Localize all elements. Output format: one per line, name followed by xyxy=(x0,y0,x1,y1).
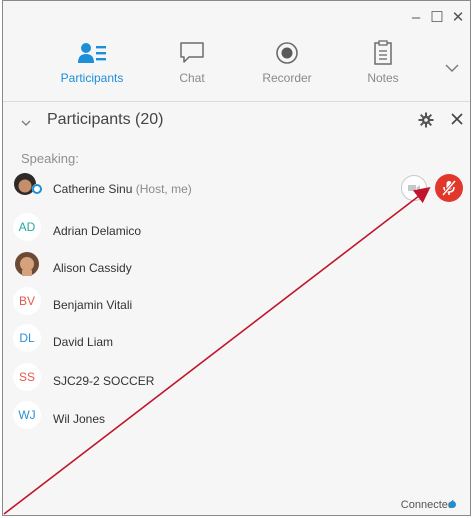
participants-window: – ☐ ✕ Participants Chat Recorder Notes P… xyxy=(2,0,471,516)
tab-recorder[interactable]: Recorder xyxy=(247,37,327,85)
muted-microphone-icon xyxy=(441,180,457,196)
notes-icon xyxy=(343,37,423,69)
participant-row-david-liam[interactable]: DL David Liam xyxy=(3,324,470,360)
title-bar: – ☐ ✕ xyxy=(3,1,470,35)
participant-row-catherine-sinu[interactable]: Catherine Sinu (Host, me) xyxy=(3,171,470,207)
connection-status: Connected xyxy=(400,499,454,511)
participant-row-alison-cassidy[interactable]: Alison Cassidy xyxy=(3,250,470,286)
close-panel-icon[interactable] xyxy=(449,111,465,132)
participant-row-benjamin-vitali[interactable]: BV Benjamin Vitali xyxy=(3,287,470,323)
participant-name: Catherine Sinu (Host, me) xyxy=(53,182,192,196)
participant-name: Benjamin Vitali xyxy=(53,298,133,312)
tab-label: Participants xyxy=(60,71,124,85)
participant-row-wil-jones[interactable]: WJ Wil Jones xyxy=(3,401,470,437)
record-icon xyxy=(247,37,327,69)
gear-icon[interactable] xyxy=(418,112,434,133)
avatar-initials: BV xyxy=(13,287,41,315)
avatar-initials: SS xyxy=(13,363,41,391)
tab-label: Notes xyxy=(367,71,399,85)
avatar xyxy=(13,250,41,278)
connection-status-dot-icon xyxy=(449,501,456,508)
panel-title: Participants (20) xyxy=(47,111,164,128)
avatar-initials: AD xyxy=(13,213,41,241)
tab-chat[interactable]: Chat xyxy=(152,37,232,85)
participant-name: Adrian Delamico xyxy=(53,224,142,238)
video-button[interactable] xyxy=(401,175,427,201)
chat-icon xyxy=(152,37,232,69)
tab-participants[interactable]: Participants xyxy=(52,37,132,85)
collapse-chevron-icon[interactable] xyxy=(20,115,32,133)
participant-row-adrian-delamico[interactable]: AD Adrian Delamico xyxy=(3,213,470,249)
tab-label: Recorder xyxy=(262,71,312,85)
close-window-button[interactable]: ✕ xyxy=(449,9,467,27)
panel-tabs: Participants Chat Recorder Notes xyxy=(3,37,470,95)
tab-label: Chat xyxy=(179,71,205,85)
participant-role: (Host, me) xyxy=(135,182,192,196)
minimize-button[interactable]: – xyxy=(407,9,425,27)
participant-name: David Liam xyxy=(53,335,114,349)
tab-notes[interactable]: Notes xyxy=(343,37,423,85)
avatar-initials: WJ xyxy=(13,401,41,429)
participant-name: Alison Cassidy xyxy=(53,261,132,275)
avatar xyxy=(13,171,43,199)
speaking-label: Speaking: xyxy=(21,151,79,166)
participants-icon xyxy=(52,37,132,69)
video-camera-icon xyxy=(408,185,420,191)
maximize-button[interactable]: ☐ xyxy=(428,9,446,27)
participant-name: Wil Jones xyxy=(53,412,106,426)
avatar-initials: DL xyxy=(13,324,41,352)
participant-name: SJC29-2 SOCCER xyxy=(53,374,155,388)
participant-row-sjc29-2-soccer[interactable]: SS SJC29-2 SOCCER xyxy=(3,363,470,399)
mute-button[interactable] xyxy=(435,174,463,202)
participants-panel-header: Participants (20) xyxy=(3,102,470,140)
more-tabs-chevron-icon[interactable] xyxy=(442,61,462,77)
